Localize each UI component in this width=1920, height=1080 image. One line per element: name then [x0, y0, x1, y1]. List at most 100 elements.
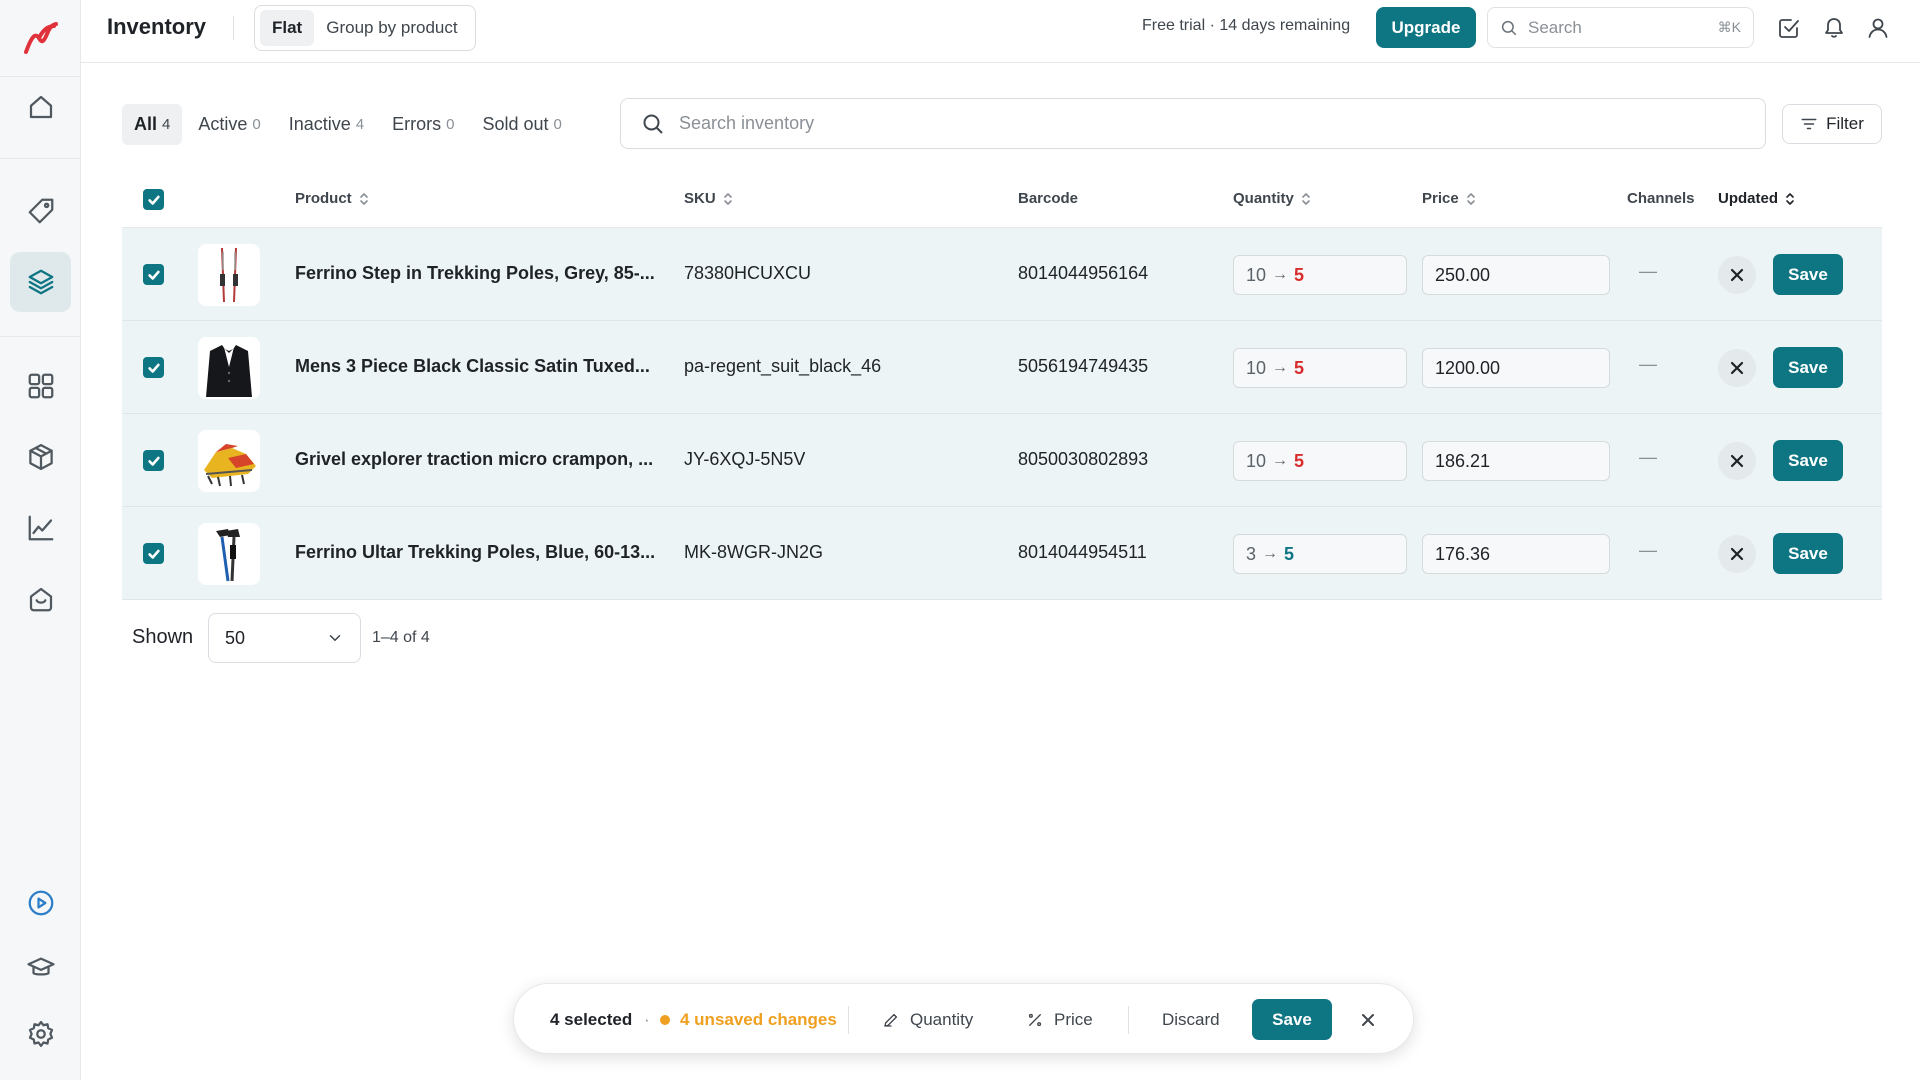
inventory-table: Product SKU Barcode Quantity Price Chann… [122, 170, 1882, 600]
save-row-button[interactable]: Save [1773, 440, 1843, 481]
chart-line-icon [28, 515, 53, 541]
product-thumbnail [198, 337, 260, 399]
price-field[interactable] [1422, 255, 1610, 295]
column-header-sku[interactable]: SKU [684, 190, 734, 207]
row-checkbox[interactable] [143, 357, 164, 378]
trekking-poles-image-icon [216, 529, 240, 582]
sidebar-item-inventory[interactable] [10, 252, 71, 312]
inventory-search-input[interactable] [679, 113, 1679, 134]
table-row[interactable]: Ferrino Ultar Trekking Poles, Blue, 60-1… [122, 507, 1882, 600]
column-header-channels: Channels [1627, 190, 1695, 207]
tab-errors[interactable]: Errors 0 [380, 104, 466, 145]
inventory-search[interactable] [620, 98, 1766, 149]
view-group-by-product-button[interactable]: Group by product [314, 10, 469, 46]
sidebar-item-products[interactable] [10, 427, 71, 487]
price-field[interactable] [1422, 348, 1610, 388]
tag-icon [28, 198, 53, 224]
price-field[interactable] [1422, 534, 1610, 574]
sidebar-item-settings[interactable] [10, 1004, 71, 1064]
tab-all[interactable]: All 4 [122, 104, 183, 145]
checkbox-tasks-icon [1779, 19, 1799, 38]
shown-label: Shown [132, 626, 194, 648]
product-name[interactable]: Grivel explorer traction micro crampon, … [295, 449, 665, 470]
pagination-range: 1–4 of 4 [372, 629, 430, 646]
discard-row-button[interactable] [1718, 535, 1756, 573]
table-row[interactable]: Mens 3 Piece Black Classic Satin Tuxed..… [122, 321, 1882, 414]
search-icon [1501, 20, 1517, 35]
column-label: SKU [684, 190, 716, 207]
row-checkbox[interactable] [143, 264, 164, 285]
sidebar-item-apps[interactable] [10, 356, 71, 416]
quantity-field[interactable]: 10 → 5 [1233, 348, 1407, 388]
tab-sold-out[interactable]: Sold out 0 [470, 104, 573, 145]
sku-value: 78380HCUXCU [684, 263, 812, 283]
upgrade-button[interactable]: Upgrade [1376, 7, 1476, 48]
product-name[interactable]: Ferrino Ultar Trekking Poles, Blue, 60-1… [295, 542, 665, 563]
quantity-field[interactable]: 3 → 5 [1233, 534, 1407, 574]
product-name[interactable]: Ferrino Step in Trekking Poles, Grey, 85… [295, 263, 665, 284]
graduation-cap-icon [26, 957, 55, 976]
save-row-button[interactable]: Save [1773, 347, 1843, 388]
column-header-price[interactable]: Price [1422, 190, 1477, 207]
close-bulk-bar-button[interactable] [1354, 1006, 1382, 1034]
global-search-input[interactable] [1528, 17, 1698, 38]
user-icon [1868, 18, 1888, 38]
price-field[interactable] [1422, 441, 1610, 481]
account-button[interactable] [1863, 13, 1893, 43]
quantity-field[interactable]: 10 → 5 [1233, 255, 1407, 295]
tab-label: Sold out [482, 114, 549, 134]
sidebar-item-analytics[interactable] [10, 498, 71, 558]
selected-count: 4 selected [550, 1009, 633, 1029]
bulk-edit-quantity-button[interactable]: Quantity [882, 984, 973, 1055]
column-header-product[interactable]: Product [295, 190, 370, 207]
unsaved-changes-indicator: 4 unsaved changes [660, 984, 837, 1055]
quantity-field[interactable]: 10 → 5 [1233, 441, 1407, 481]
table-row[interactable]: Ferrino Step in Trekking Poles, Grey, 85… [122, 228, 1882, 321]
sidebar-item-home[interactable] [10, 77, 71, 137]
select-all-checkbox[interactable] [143, 189, 164, 210]
column-label: Quantity [1233, 190, 1294, 207]
column-header-quantity[interactable]: Quantity [1233, 190, 1312, 207]
view-flat-button[interactable]: Flat [260, 10, 315, 46]
sidebar-item-learn[interactable] [10, 938, 71, 998]
row-checkbox[interactable] [143, 450, 164, 471]
bulk-save-button[interactable]: Save [1252, 999, 1332, 1040]
discard-row-button[interactable] [1718, 442, 1756, 480]
app-logo-icon [23, 22, 58, 54]
close-icon [1730, 547, 1744, 561]
table-header: Product SKU Barcode Quantity Price Chann… [122, 170, 1882, 228]
tab-inactive[interactable]: Inactive 4 [277, 104, 376, 145]
page-size-select[interactable]: 50 [208, 613, 361, 663]
quantity-new: 5 [1284, 543, 1295, 564]
tab-count: 4 [162, 116, 171, 133]
bar-divider [1128, 1006, 1129, 1034]
bulk-action-bar: 4 selected · 4 unsaved changes Quantity … [513, 983, 1414, 1054]
sidebar-item-play[interactable] [10, 873, 71, 933]
product-name[interactable]: Mens 3 Piece Black Classic Satin Tuxed..… [295, 356, 665, 377]
tab-label: All [134, 114, 158, 134]
quantity-old: 10 [1246, 357, 1267, 378]
tasks-button[interactable] [1774, 13, 1804, 43]
discard-row-button[interactable] [1718, 349, 1756, 387]
warning-dot-icon [660, 1014, 670, 1025]
column-label: Barcode [1018, 190, 1079, 207]
bulk-edit-price-button[interactable]: Price [1026, 984, 1093, 1055]
row-checkbox[interactable] [143, 543, 164, 564]
global-search[interactable]: ⌘K [1487, 7, 1754, 48]
table-row[interactable]: Grivel explorer traction micro crampon, … [122, 414, 1882, 507]
notifications-button[interactable] [1819, 13, 1849, 43]
title-divider [233, 16, 234, 40]
column-header-updated[interactable]: Updated [1718, 190, 1796, 207]
top-header: Inventory Flat Group by product Free tri… [81, 0, 1920, 63]
discard-row-button[interactable] [1718, 256, 1756, 294]
save-row-button[interactable]: Save [1773, 254, 1843, 295]
save-row-button[interactable]: Save [1773, 533, 1843, 574]
channels-value: — [1639, 447, 1657, 467]
tab-active[interactable]: Active 0 [186, 104, 272, 145]
filter-button[interactable]: Filter [1782, 104, 1882, 144]
quantity-old: 10 [1246, 450, 1267, 471]
sidebar-item-store[interactable] [10, 569, 71, 629]
app-logo[interactable] [10, 8, 71, 68]
discard-button[interactable]: Discard [1162, 984, 1220, 1055]
sidebar-item-tags[interactable] [10, 181, 71, 241]
